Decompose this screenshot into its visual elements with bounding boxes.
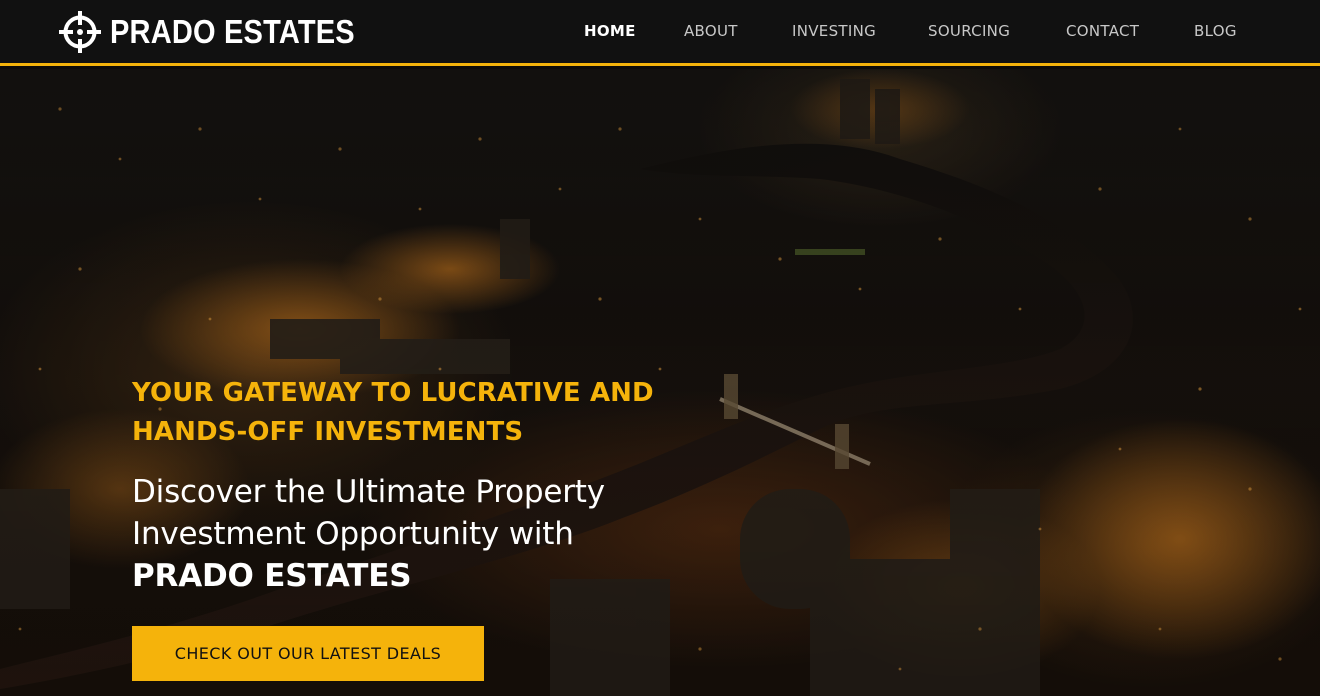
latest-deals-button[interactable]: CHECK OUT OUR LATEST DEALS	[132, 626, 484, 681]
hero-heading-line1: Discover the Ultimate Property	[132, 474, 605, 510]
crosshair-target-icon	[59, 11, 101, 53]
nav-home[interactable]: HOME	[584, 21, 636, 41]
hero-tagline: YOUR GATEWAY TO LUCRATIVE AND HANDS-OFF …	[132, 374, 772, 452]
site-header: PRADO ESTATES HOME ABOUT INVESTING SOURC…	[0, 0, 1320, 66]
nav-investing[interactable]: INVESTING	[792, 21, 876, 41]
hero-heading-line2: Investment Opportunity with	[132, 516, 574, 552]
hero-section: YOUR GATEWAY TO LUCRATIVE AND HANDS-OFF …	[0, 69, 1320, 696]
brand-name: PRADO ESTATES	[110, 13, 355, 50]
nav-blog[interactable]: BLOG	[1194, 21, 1237, 41]
hero-heading: Discover the Ultimate Property Investmen…	[132, 471, 752, 597]
nav-about[interactable]: ABOUT	[684, 21, 738, 41]
hero-heading-brand: PRADO ESTATES	[132, 558, 412, 594]
hero-tagline-line1: YOUR GATEWAY TO LUCRATIVE AND	[132, 378, 654, 408]
hero-tagline-line2: HANDS-OFF INVESTMENTS	[132, 417, 524, 447]
nav-sourcing[interactable]: SOURCING	[928, 21, 1010, 41]
brand-logo[interactable]: PRADO ESTATES	[58, 9, 388, 55]
nav-contact[interactable]: CONTACT	[1066, 21, 1139, 41]
